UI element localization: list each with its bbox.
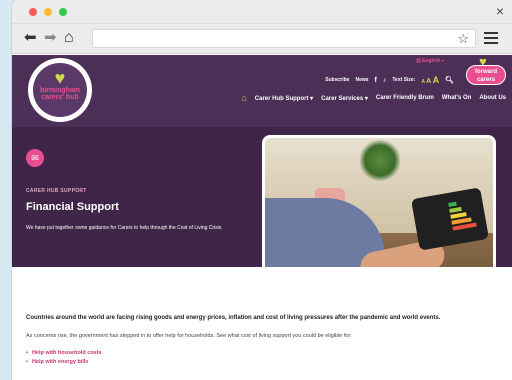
star-icon[interactable]: ☆ (457, 30, 469, 48)
browser-toolbar: ⬅ ➡ ⌂ ☆ (12, 24, 512, 54)
facebook-icon[interactable]: f (375, 77, 377, 84)
search-icon[interactable]: 🔍︎ (445, 76, 454, 84)
site-logo[interactable]: ♥ birmingham carers' hub (28, 58, 92, 122)
language-selector[interactable]: 🇬 English ▾ (416, 58, 444, 64)
tiktok-icon[interactable]: ♪ (383, 77, 387, 84)
text-size-label: Text Size: (392, 77, 416, 83)
hero-description: We have put together some guidance for C… (26, 225, 223, 231)
title-bar: × (12, 0, 512, 24)
flag-icon: 🇬 (416, 58, 421, 64)
body-paragraph: As concerns rise, the government has ste… (26, 333, 352, 339)
logo-text-line1: birmingham (39, 87, 81, 94)
browser-window: × ⬅ ➡ ⌂ ☆ ♥ birmingham carers' hub 🇬 Eng… (12, 0, 512, 380)
home-icon[interactable]: ⌂ (64, 30, 74, 46)
language-label: English (422, 58, 441, 64)
nav-carer-hub-support[interactable]: Carer Hub Support ▾ (255, 95, 313, 102)
hero-section: ✉ CARER HUB SUPPORT Financial Support We… (12, 127, 512, 305)
close-icon[interactable]: × (496, 3, 504, 19)
nav-about-us[interactable]: About Us (479, 95, 506, 101)
hamburger-menu-icon[interactable] (484, 32, 498, 47)
page-content: Countries around the world are facing ri… (12, 267, 512, 380)
close-window-button[interactable] (29, 8, 37, 16)
nav-carer-friendly-brum[interactable]: Carer Friendly Brum (376, 95, 434, 101)
partner-logo-line1: forward (474, 69, 497, 75)
chevron-down-icon: ▾ (441, 58, 444, 64)
logo-text-line2: carers' hub (41, 94, 79, 101)
lead-paragraph: Countries around the world are facing ri… (26, 315, 441, 321)
partner-logo-line2: carers (476, 77, 496, 83)
main-navigation: ⌂ Carer Hub Support ▾ Carer Services ▾ C… (241, 93, 506, 103)
hero-eyebrow: CARER HUB SUPPORT (26, 188, 87, 194)
page-title: Financial Support (26, 201, 119, 213)
support-links: Help with household costs Help with ener… (26, 349, 102, 367)
forward-carers-logo[interactable]: ♥ forward carers (466, 55, 506, 89)
heart-icon: ♥ (54, 68, 66, 88)
text-size-controls: A A A (421, 75, 439, 85)
site-header: ♥ birmingham carers' hub 🇬 English ▾ Sub… (12, 55, 512, 127)
address-bar[interactable]: ☆ (92, 29, 476, 48)
news-link[interactable]: News (355, 77, 368, 83)
text-size-large-button[interactable]: A (433, 75, 440, 85)
arrow-right-icon[interactable]: ➡ (44, 30, 57, 46)
link-energy-bills[interactable]: Help with energy bills (26, 358, 102, 367)
text-size-medium-button[interactable]: A (426, 78, 431, 85)
maximize-window-button[interactable] (59, 8, 67, 16)
support-chat-icon: ✉ (26, 149, 44, 167)
subscribe-link[interactable]: Subscribe (325, 77, 349, 83)
minimize-window-button[interactable] (44, 8, 52, 16)
nav-carer-services[interactable]: Carer Services ▾ (321, 95, 368, 102)
text-size-small-button[interactable]: A (421, 79, 424, 85)
home-icon[interactable]: ⌂ (241, 93, 246, 103)
link-household-costs[interactable]: Help with household costs (26, 349, 102, 358)
arrow-left-icon[interactable]: ⬅ (24, 30, 37, 46)
nav-whats-on[interactable]: What's On (442, 95, 471, 101)
